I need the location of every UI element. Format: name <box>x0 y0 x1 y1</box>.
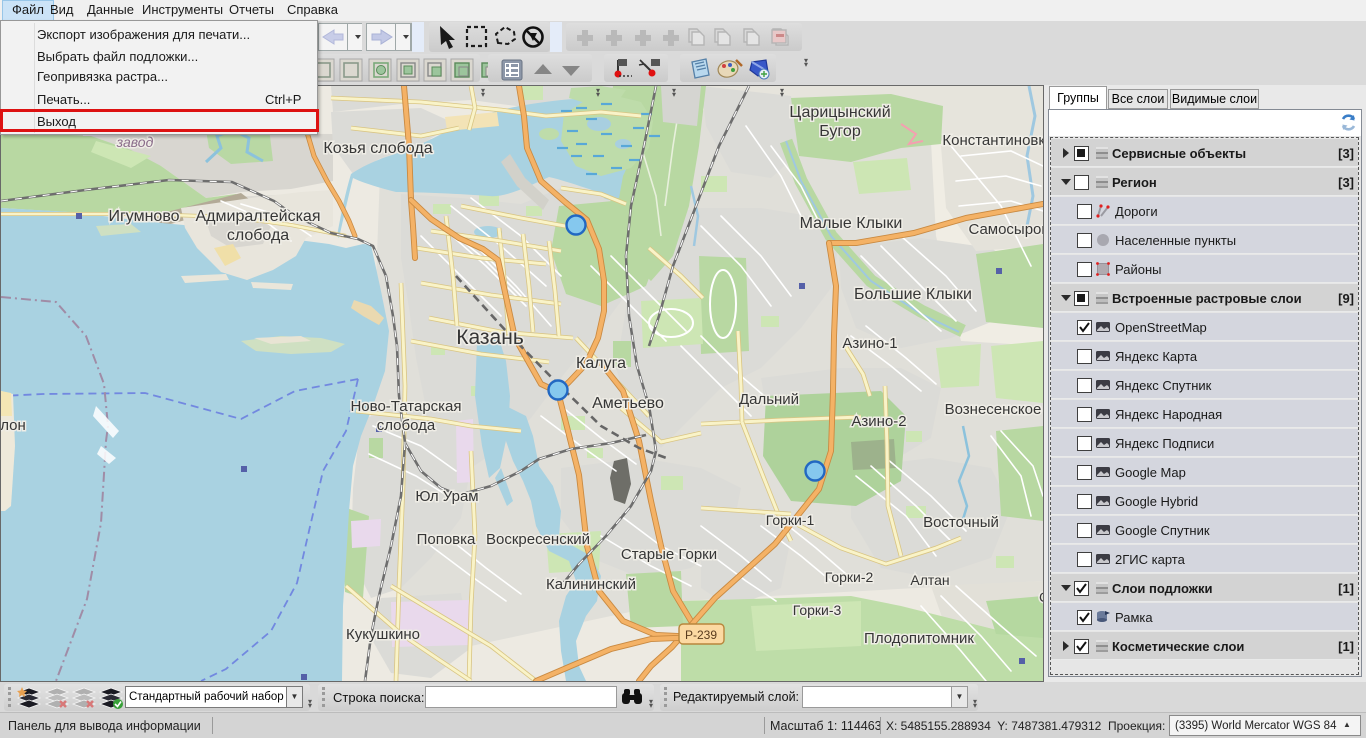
svg-text:Калуга: Калуга <box>576 355 626 372</box>
svg-text:Горки-3: Горки-3 <box>793 602 842 618</box>
svg-text:Юл Урам: Юл Урам <box>415 488 478 505</box>
svg-text:Казань: Казань <box>456 326 524 349</box>
svg-text:слобода: слобода <box>377 417 436 434</box>
svg-text:Константиновка: Константиновка <box>942 132 1043 149</box>
svg-text:Дальний: Дальний <box>739 391 799 408</box>
svg-text:Козья слобода: Козья слобода <box>323 140 432 157</box>
svg-text:Ново-Татарская: Ново-Татарская <box>350 398 461 415</box>
svg-text:Алтан: Алтан <box>910 572 949 588</box>
svg-text:Адмиралтейская: Адмиралтейская <box>196 208 321 225</box>
svg-text:Р-239: Р-239 <box>685 628 717 642</box>
svg-text:Большие Клыки: Большие Клыки <box>854 286 972 303</box>
svg-text:Восточный: Восточный <box>923 514 999 531</box>
svg-text:Поповка: Поповка <box>417 531 476 548</box>
svg-text:Кукушкино: Кукушкино <box>346 626 420 643</box>
svg-text:Аметьево: Аметьево <box>592 395 664 412</box>
svg-text:слобода: слобода <box>227 227 289 244</box>
svg-text:Горки-2: Горки-2 <box>825 569 874 585</box>
svg-text:Вознесенское: Вознесенское <box>945 401 1042 418</box>
svg-text:Малые Клыки: Малые Клыки <box>800 215 903 232</box>
svg-text:Царицынский: Царицынский <box>789 104 890 121</box>
svg-text:Самосырово: Самосырово <box>968 221 1043 238</box>
svg-text:Салм: Салм <box>1039 589 1043 605</box>
svg-text:Игумново: Игумново <box>108 208 179 225</box>
svg-text:Воскресенский: Воскресенский <box>486 531 590 548</box>
svg-text:лон: лон <box>1 417 26 434</box>
svg-text:Старые Горки: Старые Горки <box>621 546 717 563</box>
svg-text:завод: завод <box>116 134 154 150</box>
svg-text:Азино-1: Азино-1 <box>842 335 897 352</box>
svg-text:Азино-2: Азино-2 <box>851 413 906 430</box>
svg-text:Бугор: Бугор <box>819 123 861 140</box>
svg-text:Плодопитомник: Плодопитомник <box>864 630 974 647</box>
svg-text:Калининский: Калининский <box>546 576 636 593</box>
svg-text:Горки-1: Горки-1 <box>766 512 815 528</box>
